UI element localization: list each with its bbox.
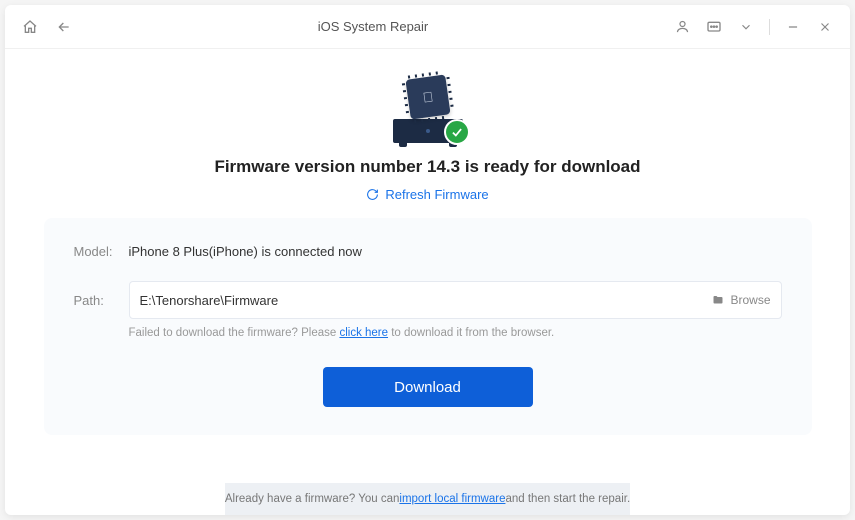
close-icon[interactable]	[816, 18, 834, 36]
browse-label: Browse	[730, 293, 770, 307]
firmware-chip-illustration: 	[388, 73, 468, 143]
main-content:  Firmware version number 14.3 is ready …	[5, 49, 850, 515]
chevron-down-icon[interactable]	[737, 18, 755, 36]
window-title: iOS System Repair	[73, 19, 673, 34]
model-label: Model:	[74, 244, 129, 259]
feedback-icon[interactable]	[705, 18, 723, 36]
app-window: iOS System Repair	[5, 5, 850, 515]
model-row: Model: iPhone 8 Plus(iPhone) is connecte…	[74, 244, 782, 259]
divider	[769, 19, 770, 35]
import-local-firmware-link[interactable]: import local firmware	[399, 493, 505, 505]
back-icon[interactable]	[55, 18, 73, 36]
browse-button[interactable]: Browse	[701, 293, 770, 307]
footer-bar: Already have a firmware? You can import …	[225, 483, 630, 515]
home-icon[interactable]	[21, 18, 39, 36]
folder-icon	[711, 294, 725, 306]
refresh-icon	[366, 188, 379, 201]
path-row: Path: Browse	[74, 281, 782, 319]
footer-prefix: Already have a firmware? You can	[225, 493, 400, 505]
hint-suffix: to download it from the browser.	[388, 327, 554, 339]
titlebar: iOS System Repair	[5, 5, 850, 49]
refresh-firmware-link[interactable]: Refresh Firmware	[366, 187, 488, 202]
download-button[interactable]: Download	[323, 367, 533, 407]
model-value: iPhone 8 Plus(iPhone) is connected now	[129, 244, 362, 259]
path-input[interactable]	[140, 293, 702, 308]
path-field: Browse	[129, 281, 782, 319]
path-label: Path:	[74, 293, 129, 308]
user-icon[interactable]	[673, 18, 691, 36]
refresh-label: Refresh Firmware	[385, 187, 488, 202]
click-here-link[interactable]: click here	[339, 327, 388, 339]
hint-prefix: Failed to download the firmware? Please	[129, 327, 340, 339]
checkmark-badge-icon	[444, 119, 470, 145]
firmware-panel: Model: iPhone 8 Plus(iPhone) is connecte…	[44, 218, 812, 435]
titlebar-right	[673, 18, 834, 36]
download-hint: Failed to download the firmware? Please …	[74, 327, 782, 339]
minimize-icon[interactable]	[784, 18, 802, 36]
headline: Firmware version number 14.3 is ready fo…	[214, 157, 640, 177]
footer-suffix: and then start the repair.	[505, 493, 630, 505]
titlebar-left	[21, 18, 73, 36]
